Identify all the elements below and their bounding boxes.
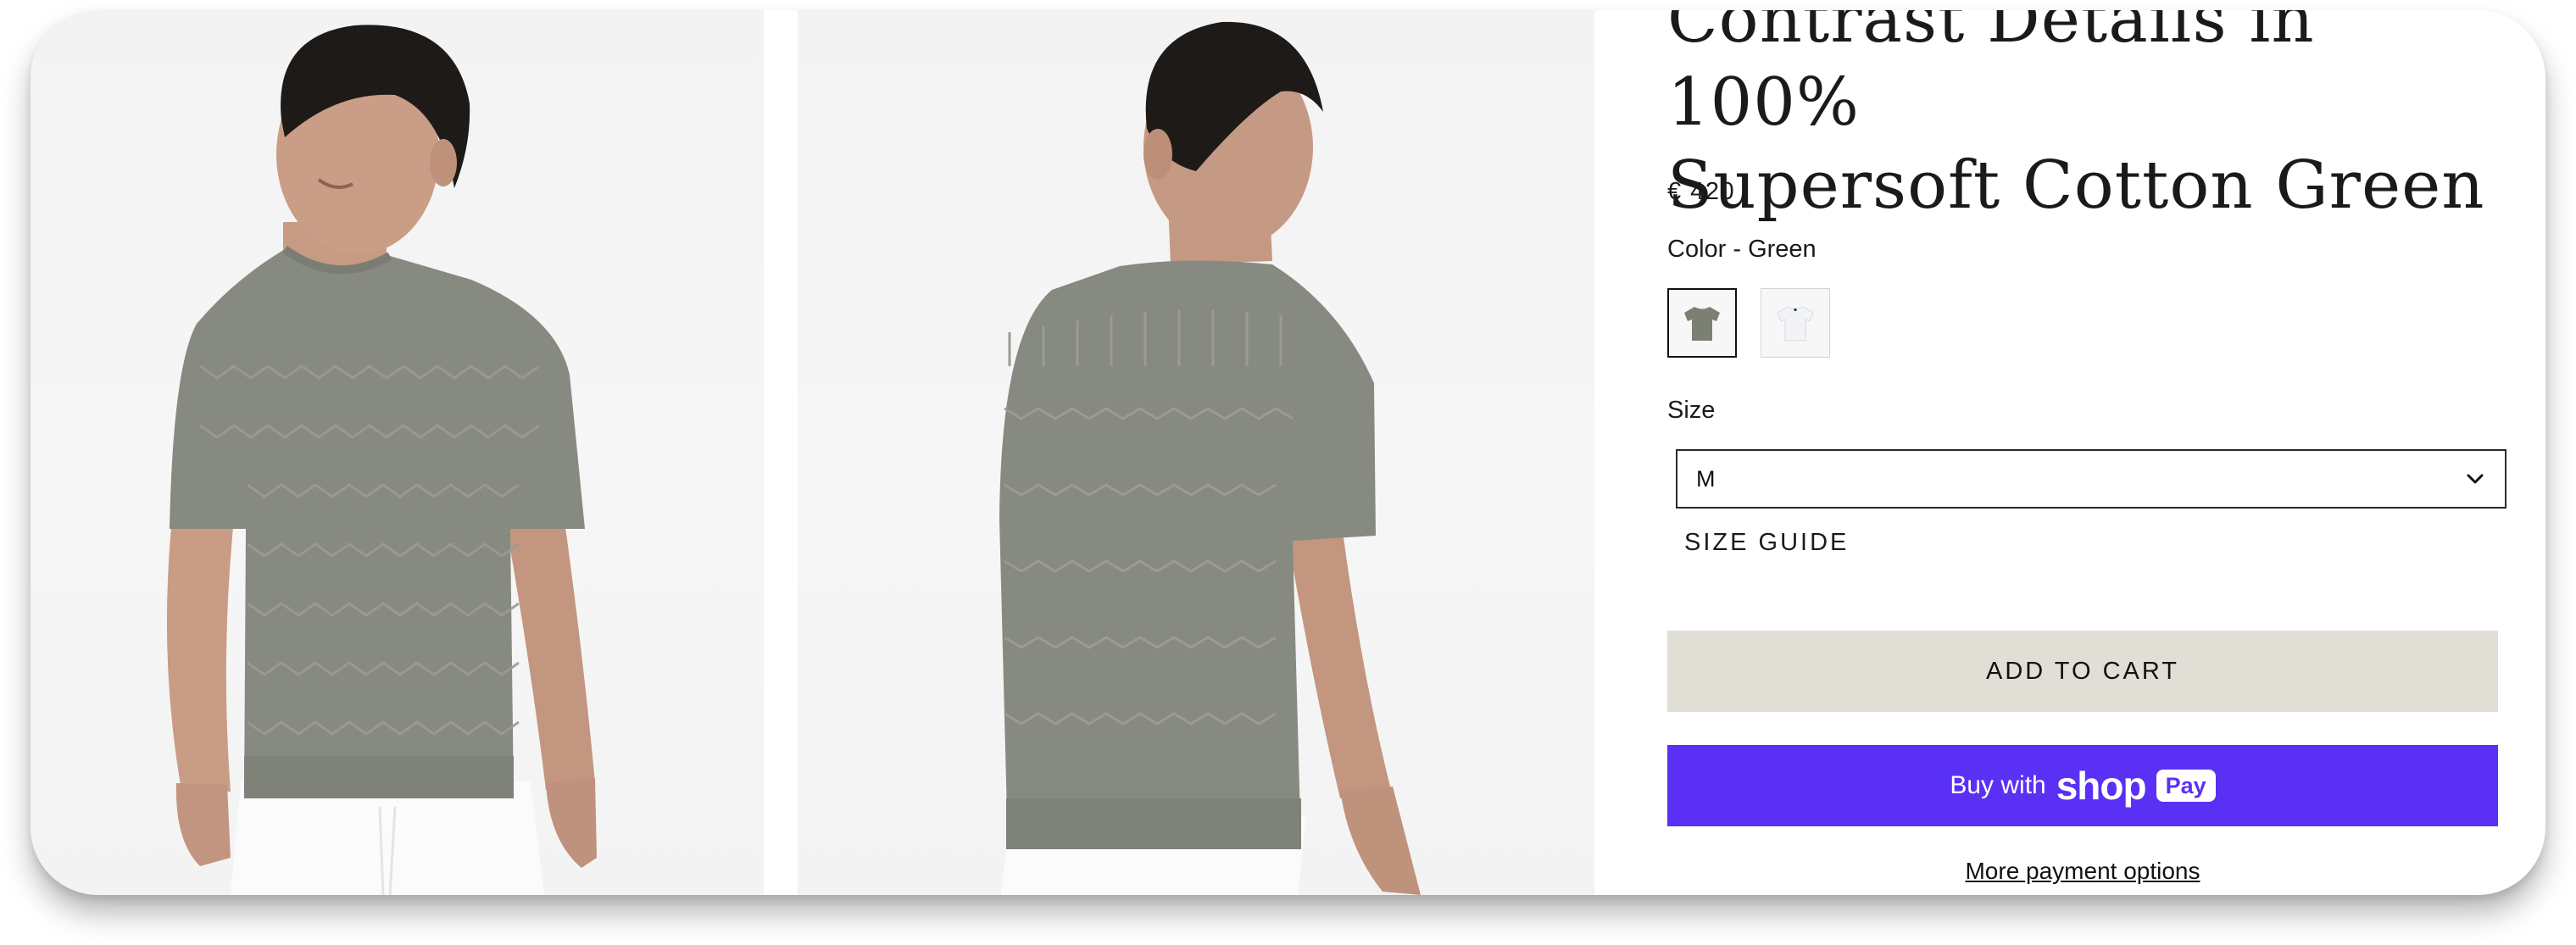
- size-guide-link[interactable]: SIZE GUIDE: [1684, 529, 1849, 557]
- white-tshirt-thumbnail: [1777, 306, 1814, 342]
- product-page-card: Contrast Details in 100% Supersoft Cotton…: [31, 10, 2545, 895]
- swatch-green[interactable]: [1667, 288, 1737, 358]
- product-title: Contrast Details in 100% Supersoft Cotton…: [1667, 10, 2498, 227]
- title-line-1: Contrast Details in 100%: [1667, 10, 2315, 141]
- size-select[interactable]: M: [1676, 449, 2506, 509]
- shop-logo: shop: [2056, 764, 2147, 808]
- product-image-back[interactable]: [798, 10, 1594, 895]
- model-front-illustration: [166, 25, 597, 895]
- pay-badge: Pay: [2156, 769, 2216, 803]
- buy-with-text: Buy with: [1950, 771, 2046, 799]
- product-image-front[interactable]: [31, 10, 764, 895]
- shop-pay-button[interactable]: Buy with shop Pay: [1667, 745, 2498, 826]
- product-info-panel: Contrast Details in 100% Supersoft Cotton…: [1667, 10, 2515, 895]
- color-label: Color - Green: [1667, 236, 1817, 263]
- title-line-2: Supersoft Cotton Green: [1667, 147, 2485, 224]
- more-payment-options-link[interactable]: More payment options: [1667, 858, 2498, 885]
- model-back-illustration: [999, 21, 1421, 895]
- chevron-down-icon: [2464, 468, 2486, 490]
- size-selected-value: M: [1696, 465, 1716, 492]
- color-swatches: [1667, 288, 1830, 358]
- green-tshirt-thumbnail: [1684, 307, 1720, 341]
- swatch-white[interactable]: [1761, 288, 1830, 358]
- product-price: € 420: [1667, 178, 1736, 205]
- size-label: Size: [1667, 397, 1716, 424]
- add-to-cart-button[interactable]: ADD TO CART: [1667, 631, 2498, 712]
